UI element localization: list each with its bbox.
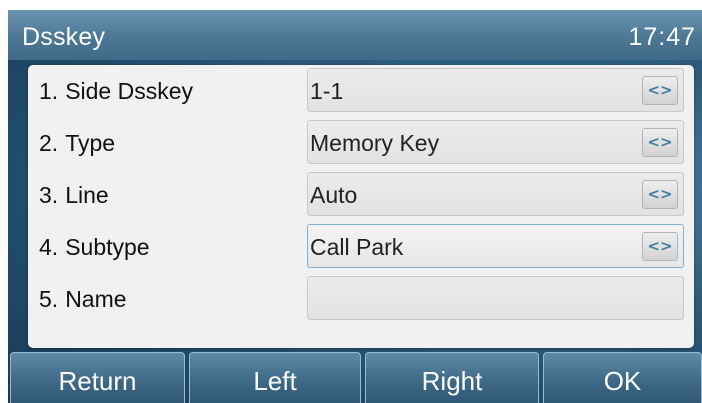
row-number: 3.: [39, 182, 59, 208]
setting-row-line: 3. Line Auto <>: [28, 169, 694, 221]
switch-arrows-icon[interactable]: <>: [642, 128, 678, 157]
switch-arrows-icon[interactable]: <>: [642, 180, 678, 209]
row-label: Name: [65, 286, 127, 312]
clock: 17:47: [628, 23, 696, 51]
setting-row-name: 5. Name: [28, 273, 694, 325]
ok-softkey[interactable]: OK: [543, 352, 702, 403]
setting-row-type: 2. Type Memory Key <>: [28, 117, 694, 169]
line-select[interactable]: Auto <>: [307, 172, 684, 216]
subtype-select[interactable]: Call Park <>: [307, 224, 684, 268]
right-softkey[interactable]: Right: [365, 352, 539, 403]
field-value: Auto: [310, 182, 358, 208]
setting-label: 5. Name: [39, 286, 127, 313]
setting-label: 4. Subtype: [39, 234, 150, 261]
field-value: 1-1: [310, 78, 344, 104]
softkey-bar: Return Left Right OK: [8, 352, 702, 403]
name-input[interactable]: [307, 276, 684, 320]
row-label: Side Dsskey: [65, 78, 194, 104]
setting-label: 2. Type: [39, 130, 115, 157]
return-softkey[interactable]: Return: [10, 352, 185, 403]
setting-row-side-dsskey: 1. Side Dsskey 1-1 <>: [28, 65, 694, 117]
left-softkey[interactable]: Left: [189, 352, 361, 403]
switch-arrows-icon[interactable]: <>: [642, 232, 678, 261]
setting-label: 3. Line: [39, 182, 109, 209]
row-number: 4.: [39, 234, 59, 260]
row-label: Type: [65, 130, 116, 156]
side-dsskey-select[interactable]: 1-1 <>: [307, 68, 684, 112]
settings-panel: 1. Side Dsskey 1-1 <> 2. Type Memory Key <…: [28, 65, 694, 348]
type-select[interactable]: Memory Key <>: [307, 120, 684, 164]
field-value: Memory Key: [310, 130, 440, 156]
setting-label: 1. Side Dsskey: [39, 78, 193, 105]
title-bar: Dsskey 17:47: [8, 10, 702, 60]
row-label: Subtype: [65, 234, 150, 260]
row-number: 2.: [39, 130, 59, 156]
page-title: Dsskey: [22, 23, 106, 51]
field-value: Call Park: [310, 234, 404, 260]
row-label: Line: [65, 182, 109, 208]
setting-row-subtype: 4. Subtype Call Park <>: [28, 221, 694, 273]
switch-arrows-icon[interactable]: <>: [642, 76, 678, 105]
row-number: 1.: [39, 78, 59, 104]
row-number: 5.: [39, 286, 59, 312]
phone-screen: Dsskey 17:47 1. Side Dsskey 1-1 <> 2. Type…: [8, 10, 702, 403]
